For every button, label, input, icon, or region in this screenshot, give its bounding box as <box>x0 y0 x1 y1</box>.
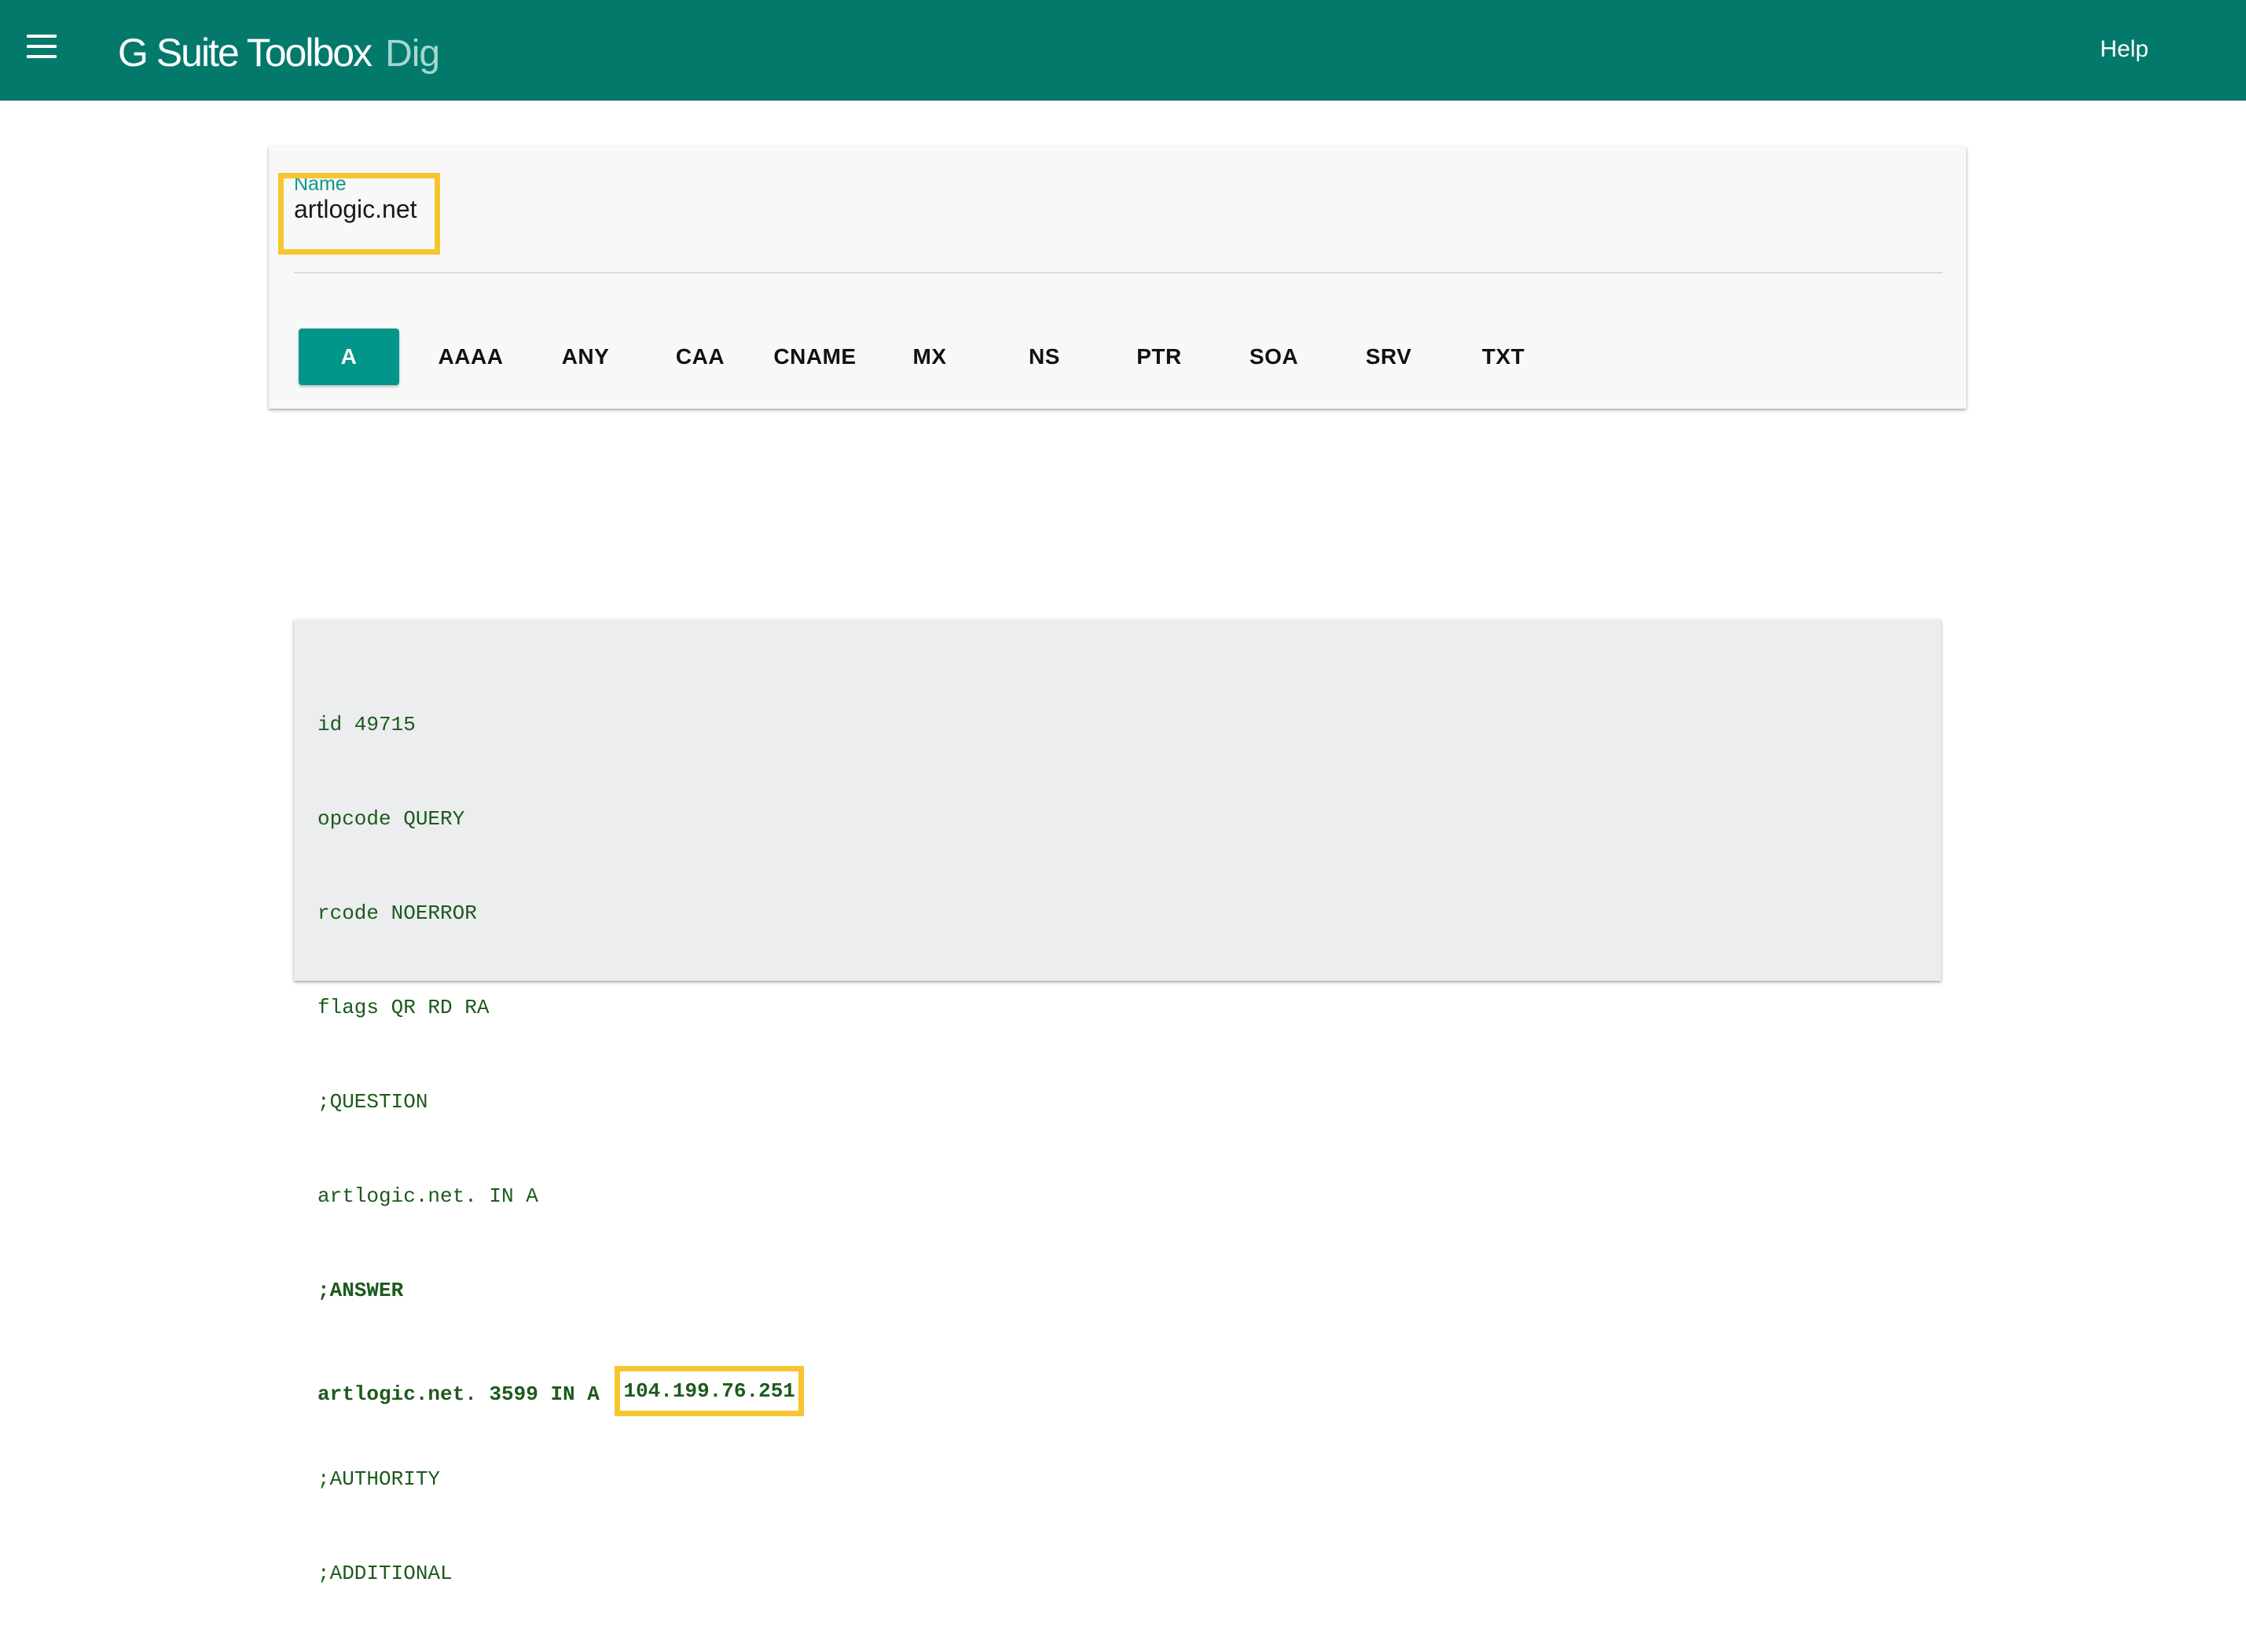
record-type-button-ptr[interactable]: PTR <box>1102 329 1217 385</box>
record-type-button-any[interactable]: ANY <box>528 329 643 385</box>
record-type-button-aaaa[interactable]: AAAA <box>413 329 528 385</box>
result-line-question-header: ;QUESTION <box>317 1090 428 1114</box>
result-line-answer-header: ;ANSWER <box>317 1279 404 1302</box>
record-type-button-caa[interactable]: CAA <box>643 329 758 385</box>
result-line-additional-header: ;ADDITIONAL <box>317 1562 453 1585</box>
dig-result-text: id 49715 opcode QUERY rcode NOERROR flag… <box>317 646 804 1652</box>
app-title-main: G Suite Toolbox <box>118 31 372 75</box>
result-line-question: artlogic.net. IN A <box>317 1184 538 1208</box>
record-type-button-srv[interactable]: SRV <box>1331 329 1446 385</box>
name-field[interactable]: Name <box>294 173 1943 273</box>
result-line-id: id 49715 <box>317 713 416 736</box>
record-type-button-cname[interactable]: CNAME <box>758 329 872 385</box>
hamburger-menu-icon[interactable] <box>27 35 57 61</box>
help-link[interactable]: Help <box>2100 36 2149 63</box>
record-type-button-ns[interactable]: NS <box>987 329 1102 385</box>
record-type-button-a[interactable]: A <box>299 329 399 385</box>
record-type-buttons: A AAAA ANY CAA CNAME MX NS PTR SOA SRV T… <box>299 329 1561 385</box>
answer-record-prefix: artlogic.net. 3599 IN A <box>317 1382 600 1406</box>
name-label: Name <box>294 173 347 195</box>
record-type-button-mx[interactable]: MX <box>872 329 987 385</box>
result-line-rcode: rcode NOERROR <box>317 901 477 925</box>
app-title: G Suite Toolbox Dig <box>118 30 440 77</box>
record-type-button-soa[interactable]: SOA <box>1217 329 1331 385</box>
result-line-answer: artlogic.net. 3599 IN A 104.199.76.251 <box>317 1366 804 1416</box>
record-type-button-txt[interactable]: TXT <box>1446 329 1561 385</box>
result-line-opcode: opcode QUERY <box>317 807 465 831</box>
result-line-flags: flags QR RD RA <box>317 996 490 1019</box>
top-app-bar: G Suite Toolbox Dig Help <box>0 0 2246 101</box>
result-line-authority-header: ;AUTHORITY <box>317 1467 441 1491</box>
app-title-subtitle: Dig <box>385 33 440 75</box>
name-input[interactable] <box>294 195 844 224</box>
name-underline <box>294 272 1943 273</box>
query-card: Name A AAAA ANY CAA CNAME MX NS PTR SOA … <box>269 146 1966 409</box>
answer-ip-address: 104.199.76.251 <box>615 1366 804 1416</box>
dig-result-panel: id 49715 opcode QUERY rcode NOERROR flag… <box>294 619 1941 1585</box>
